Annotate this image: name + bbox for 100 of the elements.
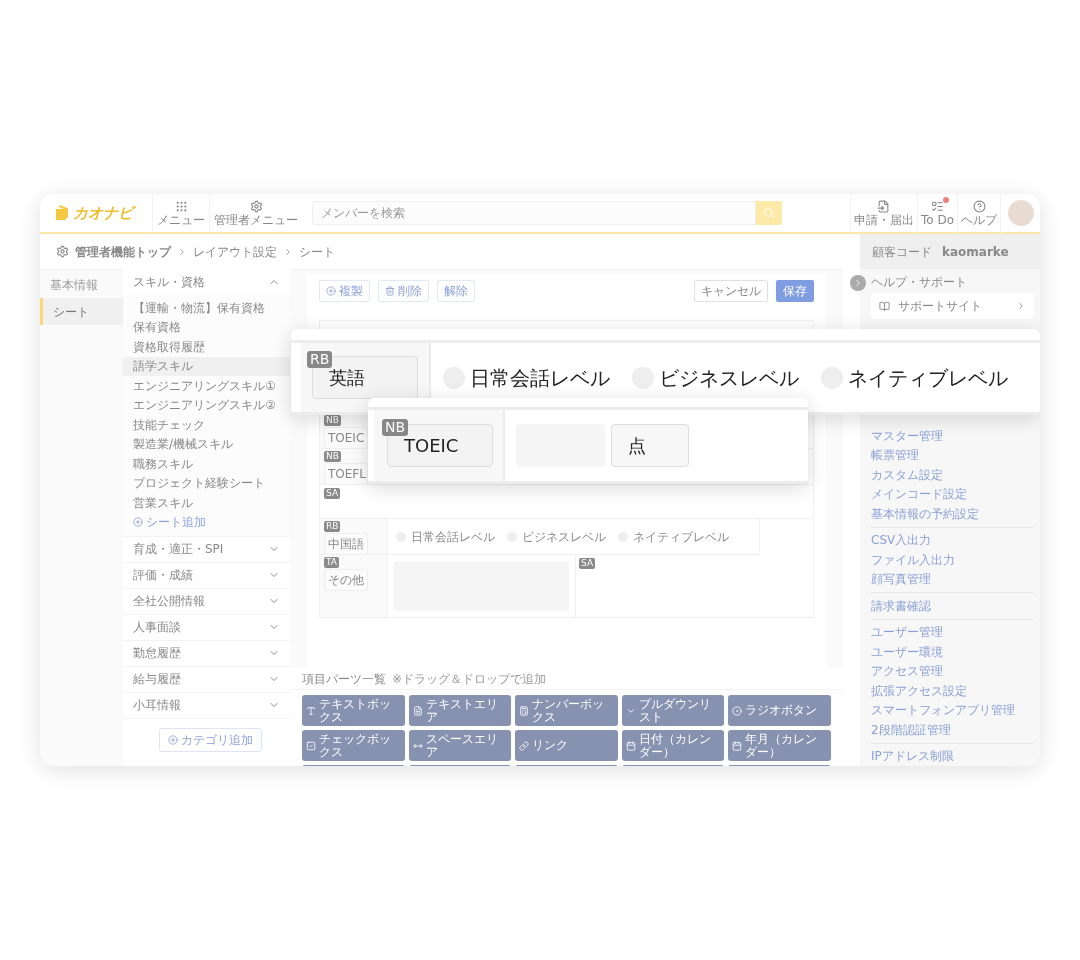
parts-hint: ※ドラッグ＆ドロップで追加 xyxy=(392,670,547,688)
radio-label: ネイティブレベル xyxy=(848,364,1008,392)
radio-label: ビジネスレベル xyxy=(522,528,606,546)
field-part-button[interactable]: ナンバーボックス xyxy=(515,695,618,726)
field-part-button[interactable]: 年月（カレンダー） xyxy=(728,730,831,761)
radio-label: ネイティブレベル xyxy=(633,528,729,546)
copy-button[interactable]: 複製 xyxy=(319,280,370,302)
admin-link[interactable]: ファイル入出力 xyxy=(871,550,1034,570)
chevron-icon xyxy=(1016,301,1026,311)
chevron-icon xyxy=(177,246,187,257)
trash-icon xyxy=(385,286,395,296)
header-action[interactable]: 申請・届出 xyxy=(849,194,917,233)
field-type-tag: NB xyxy=(382,419,409,436)
main-nav-item[interactable]: シート xyxy=(40,298,123,325)
cancel-button[interactable]: キャンセル xyxy=(694,280,768,302)
customer-code-label: 顧客コード xyxy=(872,243,932,261)
sheet-item[interactable]: 保有資格 xyxy=(123,317,290,337)
breadcrumb-link[interactable]: レイアウト設定 xyxy=(193,242,277,261)
breadcrumb-link[interactable]: シート xyxy=(299,242,335,261)
field-type-tag: TA xyxy=(324,557,339,568)
sheet-item[interactable]: 技能チェック xyxy=(123,415,290,435)
release-button[interactable]: 解除 xyxy=(437,280,475,302)
admin-link[interactable]: 基本情報の予約設定 xyxy=(871,504,1034,524)
admin-link[interactable]: アクセス管理 xyxy=(871,661,1034,681)
nav-button[interactable]: メニュー xyxy=(152,194,209,233)
header-action[interactable]: ヘルプ xyxy=(957,194,1000,233)
field-part-button[interactable]: チェックボックス xyxy=(302,730,405,761)
field-part-button[interactable]: リンク xyxy=(515,730,618,761)
radio-label: 日常会話レベル xyxy=(411,528,495,546)
sheet-item[interactable]: プロジェクト経験シート xyxy=(123,473,290,493)
search-icon xyxy=(763,207,775,219)
chevron-icon xyxy=(283,246,293,257)
field-part-button[interactable]: テキストボックス xyxy=(302,695,405,726)
settings-icon xyxy=(56,245,69,258)
grid-icon xyxy=(174,199,188,213)
sheet-item[interactable]: 【運輸・物流】保有資格 xyxy=(123,298,290,318)
admin-link[interactable]: CSV入出力 xyxy=(871,530,1034,550)
link-icon xyxy=(519,740,530,751)
field-type-tag: SA xyxy=(324,488,341,499)
admin-link[interactable]: 顔写真管理 xyxy=(871,569,1034,589)
field-part-button[interactable]: ラジオボタン xyxy=(728,695,831,726)
field-part-button[interactable]: テキストエリア xyxy=(408,695,512,726)
category-header[interactable]: 育成・適正・SPI xyxy=(123,536,290,562)
nav-button[interactable]: 管理者メニュー xyxy=(209,194,302,233)
sheet-item[interactable]: 語学スキル xyxy=(123,356,290,376)
category-header[interactable]: 全社公開情報 xyxy=(123,588,290,614)
admin-link[interactable]: 帳票管理 xyxy=(871,445,1034,465)
field-label: TOEIC xyxy=(324,427,368,449)
admin-link[interactable]: 請求書確認 xyxy=(871,596,1034,616)
collapse-button[interactable] xyxy=(850,275,866,291)
field-part-button[interactable]: 日付（カレンダー） xyxy=(621,730,725,761)
main-nav-item[interactable]: 基本情報 xyxy=(40,271,123,298)
sheet-item[interactable]: 製造業/機械スキル xyxy=(123,434,290,454)
field-part-button[interactable]: プルダウンリスト xyxy=(621,695,725,726)
field-label: 中国語 xyxy=(324,533,368,555)
admin-link[interactable]: メインコード設定 xyxy=(871,484,1034,504)
sheet-item[interactable]: 職務スキル xyxy=(123,454,290,474)
admin-link[interactable]: カスタム設定 xyxy=(871,465,1034,485)
admin-link[interactable]: マスター管理 xyxy=(871,426,1034,446)
add-sheet-button[interactable]: シート追加 xyxy=(123,512,206,532)
sheet-item[interactable]: 営業スキル xyxy=(123,493,290,513)
search-button[interactable] xyxy=(756,201,782,225)
category-header[interactable]: 人事面談 xyxy=(123,614,290,640)
field-label: その他 xyxy=(324,569,368,591)
list-icon xyxy=(931,199,944,213)
admin-link[interactable]: ユーザー環境 xyxy=(871,642,1034,662)
plus-icon xyxy=(326,286,336,296)
plus-icon xyxy=(133,517,143,527)
date-icon xyxy=(625,740,636,751)
textarea-icon xyxy=(412,705,423,716)
sheet-item[interactable]: エンジニアリングスキル① xyxy=(123,376,290,396)
search-field[interactable]: メンバーを検索 xyxy=(312,201,756,225)
add-category-button[interactable]: カテゴリ追加 xyxy=(159,728,262,752)
admin-link[interactable]: IPアドレス制限 xyxy=(871,746,1034,766)
save-button[interactable]: 保存 xyxy=(776,280,814,302)
sheet-item[interactable]: 資格取得履歴 xyxy=(123,337,290,357)
help-title: ヘルプ・サポート xyxy=(871,274,968,290)
radio-label: 日常会話レベル xyxy=(470,364,610,392)
checkbox-icon xyxy=(306,740,316,751)
settings-icon xyxy=(249,199,263,213)
radio-icon xyxy=(732,705,743,716)
textbox-icon xyxy=(306,705,316,716)
category-header[interactable]: 給与履歴 xyxy=(123,666,290,692)
avatar[interactable] xyxy=(1007,200,1034,226)
category-header[interactable]: 小耳情報 xyxy=(123,692,290,718)
admin-link[interactable]: 拡張アクセス設定 xyxy=(871,681,1034,701)
category-header[interactable]: 勤怠履歴 xyxy=(123,640,290,666)
field-part-button[interactable]: スペースエリア xyxy=(408,730,512,761)
customer-code: kaomarke xyxy=(942,243,1009,261)
field-type-tag: NB xyxy=(324,415,341,426)
sheet-item[interactable]: エンジニアリングスキル② xyxy=(123,395,290,415)
delete-button[interactable]: 削除 xyxy=(378,280,429,302)
header-action[interactable]: To Do xyxy=(916,194,957,233)
admin-link[interactable]: スマートフォンアプリ管理 xyxy=(871,700,1034,720)
category-header[interactable]: スキル・資格 xyxy=(123,269,290,294)
support-site-link[interactable]: サポートサイト xyxy=(871,293,1034,319)
admin-link[interactable]: 2段階認証管理 xyxy=(871,720,1034,740)
category-header[interactable]: 評価・成績 xyxy=(123,562,290,588)
admin-link[interactable]: ユーザー管理 xyxy=(871,622,1034,642)
breadcrumb-link[interactable]: 管理者機能トップ xyxy=(75,242,171,261)
